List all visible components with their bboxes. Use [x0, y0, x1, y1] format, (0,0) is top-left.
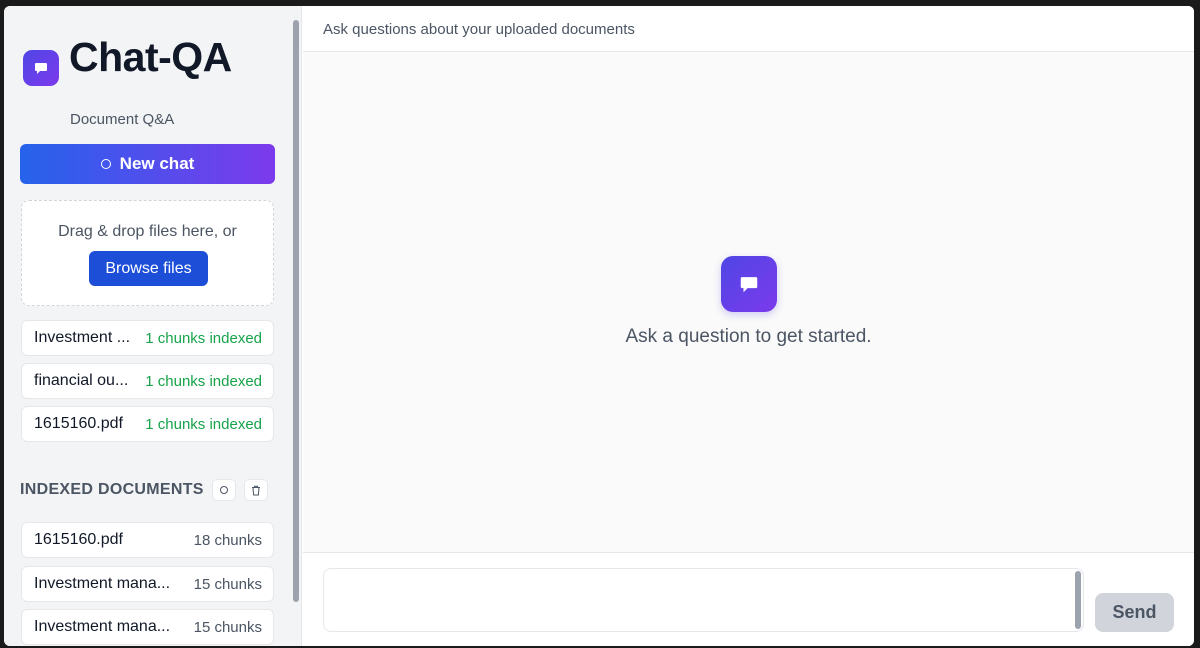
sidebar: Chat-QA Document Q&A New chat Drag & dro…: [4, 6, 302, 646]
dropzone-text: Drag & drop files here, or: [58, 223, 237, 240]
refresh-icon: [219, 486, 228, 494]
message-input[interactable]: [323, 568, 1084, 632]
upload-file-name: financial ou...: [34, 372, 129, 389]
chat-bubble-icon: [721, 256, 777, 312]
upload-status: 1 chunks indexed: [145, 329, 262, 347]
app-subtitle: Document Q&A: [70, 111, 175, 128]
upload-status: 1 chunks indexed: [145, 372, 262, 390]
input-scrollbar[interactable]: [1075, 571, 1081, 629]
chat-panel: Ask questions about your uploaded docume…: [303, 6, 1194, 646]
indexed-documents-header: INDEXED DOCUMENTS: [20, 479, 280, 501]
section-title: INDEXED DOCUMENTS: [20, 481, 204, 498]
refresh-documents-button[interactable]: [211, 479, 236, 501]
indexed-document-item[interactable]: 1615160.pdf 18 chunks: [21, 522, 274, 558]
document-chunk-count: 15 chunks: [193, 575, 262, 593]
sidebar-scrollbar[interactable]: [293, 20, 299, 602]
upload-status: 1 chunks indexed: [145, 415, 262, 433]
upload-file-name: Investment ...: [34, 329, 131, 346]
indexed-document-item[interactable]: Investment mana... 15 chunks: [21, 566, 274, 602]
document-chunk-count: 18 chunks: [193, 531, 262, 549]
app-window: Chat-QA Document Q&A New chat Drag & dro…: [4, 6, 1194, 646]
browse-files-button[interactable]: Browse files: [89, 251, 208, 286]
document-name: 1615160.pdf: [34, 531, 123, 548]
message-composer: Send: [303, 552, 1194, 646]
app-title: Chat-QA: [69, 34, 232, 80]
file-dropzone[interactable]: Drag & drop files here, or Browse files: [21, 200, 274, 306]
chat-bubble-icon: [23, 50, 59, 86]
upload-item: financial ou... 1 chunks indexed: [21, 363, 274, 399]
send-button[interactable]: Send: [1095, 593, 1174, 632]
document-name: Investment mana...: [34, 618, 171, 635]
delete-documents-button[interactable]: [243, 479, 268, 501]
trash-icon: [251, 485, 260, 495]
upload-item: 1615160.pdf 1 chunks indexed: [21, 406, 274, 442]
document-name: Investment mana...: [34, 575, 171, 592]
upload-file-name: 1615160.pdf: [34, 415, 123, 432]
empty-state-text: Ask a question to get started.: [625, 326, 872, 347]
upload-item: Investment ... 1 chunks indexed: [21, 320, 274, 356]
chat-header: Ask questions about your uploaded docume…: [303, 6, 1194, 52]
refresh-icon: [100, 159, 111, 169]
document-chunk-count: 15 chunks: [193, 618, 262, 636]
chat-header-text: Ask questions about your uploaded docume…: [323, 21, 635, 38]
new-chat-button[interactable]: New chat: [20, 144, 275, 184]
new-chat-label: New chat: [119, 154, 195, 173]
indexed-document-item[interactable]: Investment mana... 15 chunks: [21, 609, 274, 645]
